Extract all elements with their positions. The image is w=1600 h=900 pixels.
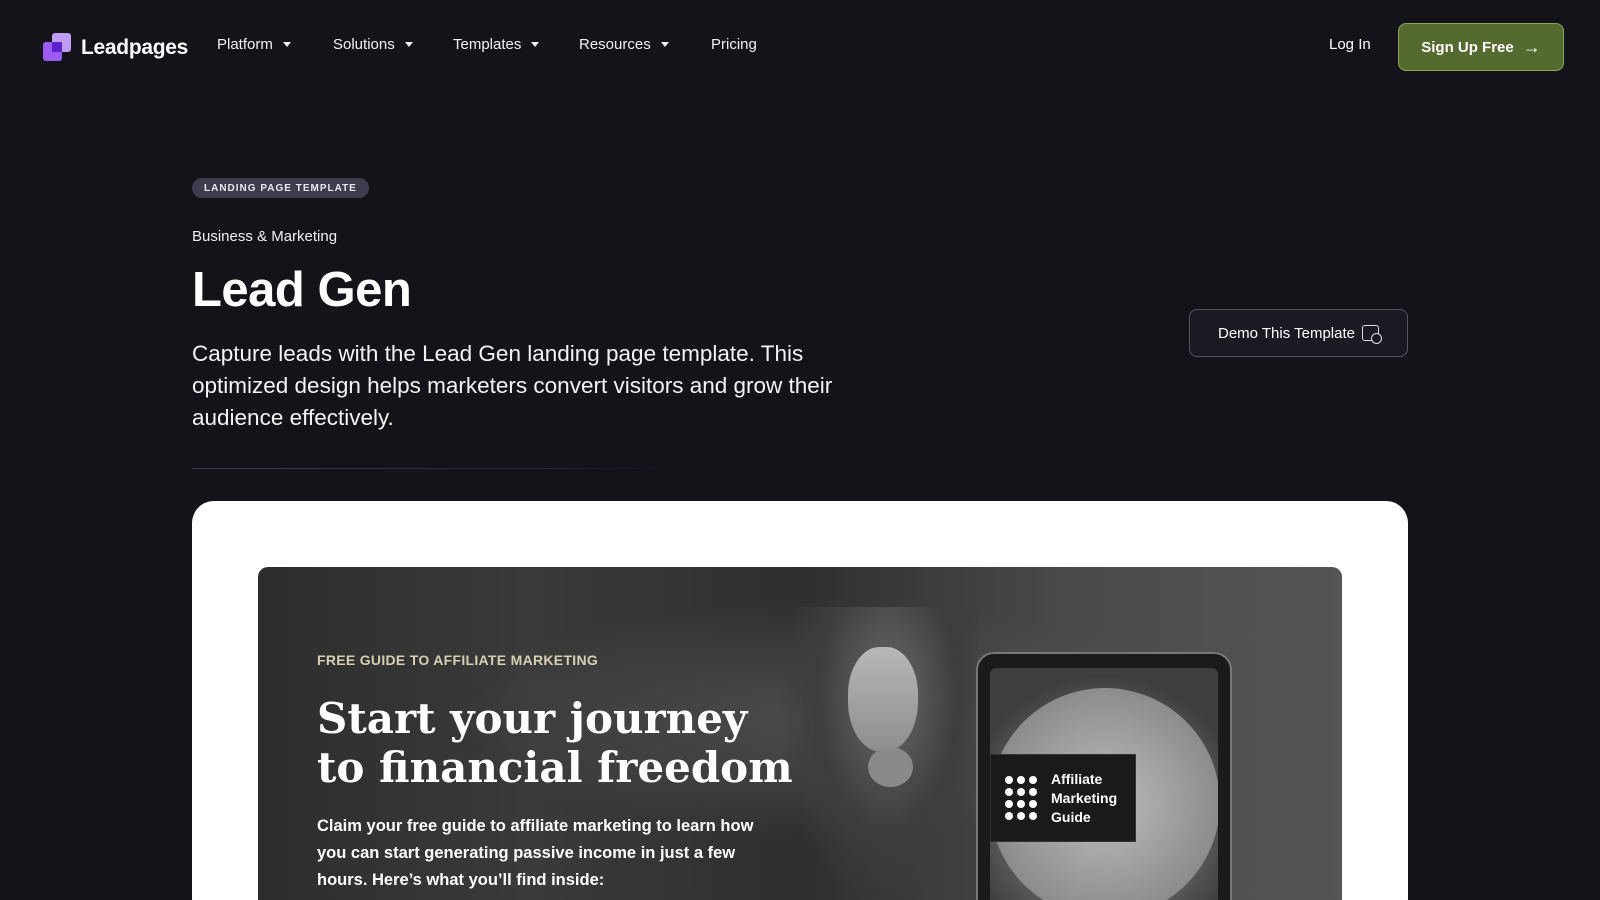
- page-title: Lead Gen: [192, 263, 412, 317]
- demo-template-button[interactable]: Demo This Template: [1189, 309, 1408, 357]
- chevron-down-icon: [531, 42, 540, 47]
- template-description: Capture leads with the Lead Gen landing …: [192, 341, 833, 430]
- nav-item-label: Pricing: [711, 36, 757, 53]
- guide-title-line: Marketing: [1051, 789, 1118, 806]
- chevron-down-icon: [282, 42, 291, 47]
- login-link[interactable]: Log In: [1329, 36, 1371, 53]
- nav-item-label: Platform: [217, 36, 273, 53]
- signup-button[interactable]: Sign Up Free →: [1398, 23, 1564, 71]
- nav-item-pricing[interactable]: Pricing: [711, 36, 757, 53]
- nav-item-solutions[interactable]: Solutions: [333, 36, 413, 53]
- calendar-check-icon: [1362, 325, 1382, 344]
- leadpages-logo-icon: [43, 33, 72, 62]
- nav-item-templates[interactable]: Templates: [453, 36, 540, 53]
- demo-label: Demo This Template: [1217, 324, 1355, 342]
- chevron-down-icon: [660, 42, 669, 47]
- brand-name: Leadpages: [81, 35, 189, 59]
- guide-title-line: Affiliate: [1051, 770, 1103, 787]
- guide-title-line: Guide: [1051, 808, 1091, 825]
- nav-item-platform[interactable]: Platform: [217, 36, 291, 53]
- preview-eyebrow: FREE GUIDE TO AFFILIATE MARKETING: [317, 652, 599, 668]
- top-nav: Leadpages Platform Solutions Templates R…: [0, 0, 1600, 94]
- divider: [192, 468, 672, 469]
- woman-photo: [778, 607, 1008, 900]
- guide-cover-label: Affiliate Marketing Guide: [990, 754, 1136, 842]
- nav-item-resources[interactable]: Resources: [579, 36, 669, 53]
- chevron-down-icon: [404, 42, 413, 47]
- template-preview-image: FREE GUIDE TO AFFILIATE MARKETING Start …: [258, 567, 1342, 900]
- nav-item-label: Resources: [579, 36, 651, 53]
- dots-logo-icon: [1005, 776, 1037, 820]
- signup-label: Sign Up Free: [1421, 38, 1514, 56]
- preview-body: Claim your free guide to affiliate marke…: [317, 817, 754, 889]
- nav-item-label: Templates: [453, 36, 522, 53]
- tablet-mockup: Affiliate Marketing Guide: [976, 652, 1232, 900]
- template-category: Business & Marketing: [192, 228, 338, 245]
- preview-headline: Start your journey to financial freedom: [317, 694, 793, 792]
- nav-item-label: Solutions: [333, 36, 395, 53]
- template-type-badge: LANDING PAGE TEMPLATE: [192, 178, 369, 198]
- brand-logo[interactable]: Leadpages: [43, 33, 188, 62]
- arrow-right-icon: →: [1522, 36, 1541, 57]
